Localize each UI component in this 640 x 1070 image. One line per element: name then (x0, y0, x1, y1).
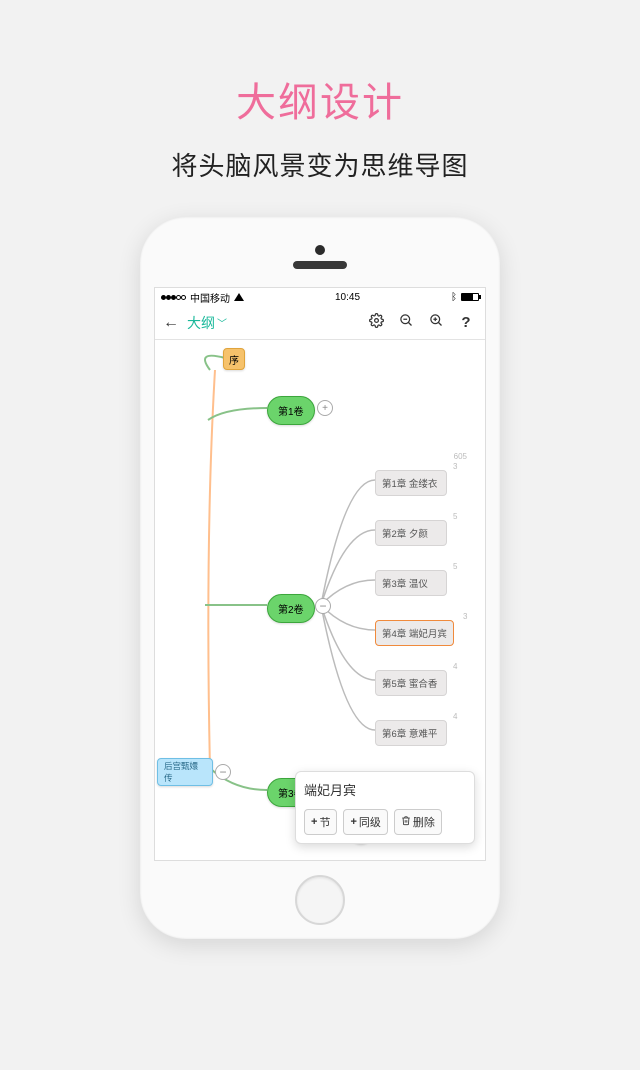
back-button[interactable]: ← (163, 314, 179, 332)
toolbar: ← 大纲 ﹀ ? (155, 306, 485, 340)
node-label: 第6章 意难平 (382, 729, 437, 740)
settings-icon[interactable] (365, 313, 387, 332)
wifi-icon (234, 293, 244, 301)
phone-frame: 中国移动 10:45 ᛒ ← 大纲 ﹀ (140, 217, 500, 939)
plus-icon: + (311, 816, 317, 828)
carrier-label: 中国移动 (190, 290, 230, 305)
add-sibling-button[interactable]: + 同级 (343, 809, 387, 835)
node-label: 第1章 金缕衣 (382, 479, 437, 490)
add-child-button[interactable]: + 节 (304, 809, 337, 835)
node-root[interactable]: 后宫甄嬛传 (157, 758, 213, 786)
node-chapter[interactable]: 第1章 金缕衣 (375, 470, 447, 496)
chapter-badge: 3 (463, 612, 467, 621)
status-bar: 中国移动 10:45 ᛒ (155, 288, 485, 306)
battery-icon (461, 293, 479, 301)
button-label: 节 (319, 814, 330, 830)
node-chapter-selected[interactable]: 第4章 端妃月宾 (375, 620, 454, 646)
chevron-down-icon: ﹀ (217, 315, 227, 330)
node-chapter[interactable]: 第3章 温仪 (375, 570, 447, 596)
trash-icon (401, 815, 411, 829)
collapse-vol2-button[interactable]: − (315, 598, 331, 614)
popup-title: 端妃月宾 (304, 780, 466, 799)
promo-title: 大纲设计 (0, 70, 640, 128)
button-label: 同级 (359, 814, 381, 830)
node-context-popup: 端妃月宾 + 节 + 同级 删除 (295, 771, 475, 844)
node-label: 第2卷 (278, 601, 304, 616)
promo-subtitle: 将头脑风景变为思维导图 (0, 146, 640, 183)
node-label: 第1卷 (278, 403, 304, 418)
node-label: 第2章 夕颜 (382, 529, 428, 540)
node-label: 第4章 端妃月宾 (382, 629, 447, 640)
vol2-count-badge: 605 (454, 452, 467, 461)
node-vol1[interactable]: 第1卷 (267, 396, 315, 425)
help-icon[interactable]: ? (455, 314, 477, 331)
home-button[interactable] (295, 875, 345, 925)
expand-vol1-button[interactable]: + (317, 400, 333, 416)
phone-speaker (293, 261, 347, 269)
button-label: 删除 (413, 814, 435, 830)
signal-dots-icon (161, 292, 186, 303)
bluetooth-icon: ᛒ (451, 292, 457, 303)
chapter-badge: 4 (453, 662, 457, 671)
node-chapter[interactable]: 第2章 夕颜 (375, 520, 447, 546)
mode-dropdown[interactable]: 大纲 ﹀ (187, 313, 227, 333)
plus-icon: + (350, 816, 356, 828)
mode-label: 大纲 (187, 313, 215, 333)
chapter-badge: 3 (453, 462, 457, 471)
chapter-badge: 5 (453, 562, 457, 571)
app-screen: 中国移动 10:45 ᛒ ← 大纲 ﹀ (154, 287, 486, 861)
zoom-in-icon[interactable] (425, 313, 447, 332)
node-label: 第3章 温仪 (382, 579, 428, 590)
mindmap-canvas[interactable]: 序 第1卷 + 第2卷 − 605 第1章 金缕衣 3 第2章 夕颜 5 (155, 340, 485, 860)
node-label: 序 (229, 352, 239, 367)
node-preface[interactable]: 序 (223, 348, 245, 370)
clock: 10:45 (335, 292, 360, 303)
node-vol2[interactable]: 第2卷 (267, 594, 315, 623)
delete-button[interactable]: 删除 (394, 809, 442, 835)
node-label: 第5章 蜜合香 (382, 679, 437, 690)
node-label: 后宫甄嬛传 (164, 760, 206, 784)
zoom-out-icon[interactable] (395, 313, 417, 332)
collapse-root-button[interactable]: − (215, 764, 231, 780)
chapter-badge: 5 (453, 512, 457, 521)
node-chapter[interactable]: 第6章 意难平 (375, 720, 447, 746)
chapter-badge: 4 (453, 712, 457, 721)
node-chapter[interactable]: 第5章 蜜合香 (375, 670, 447, 696)
